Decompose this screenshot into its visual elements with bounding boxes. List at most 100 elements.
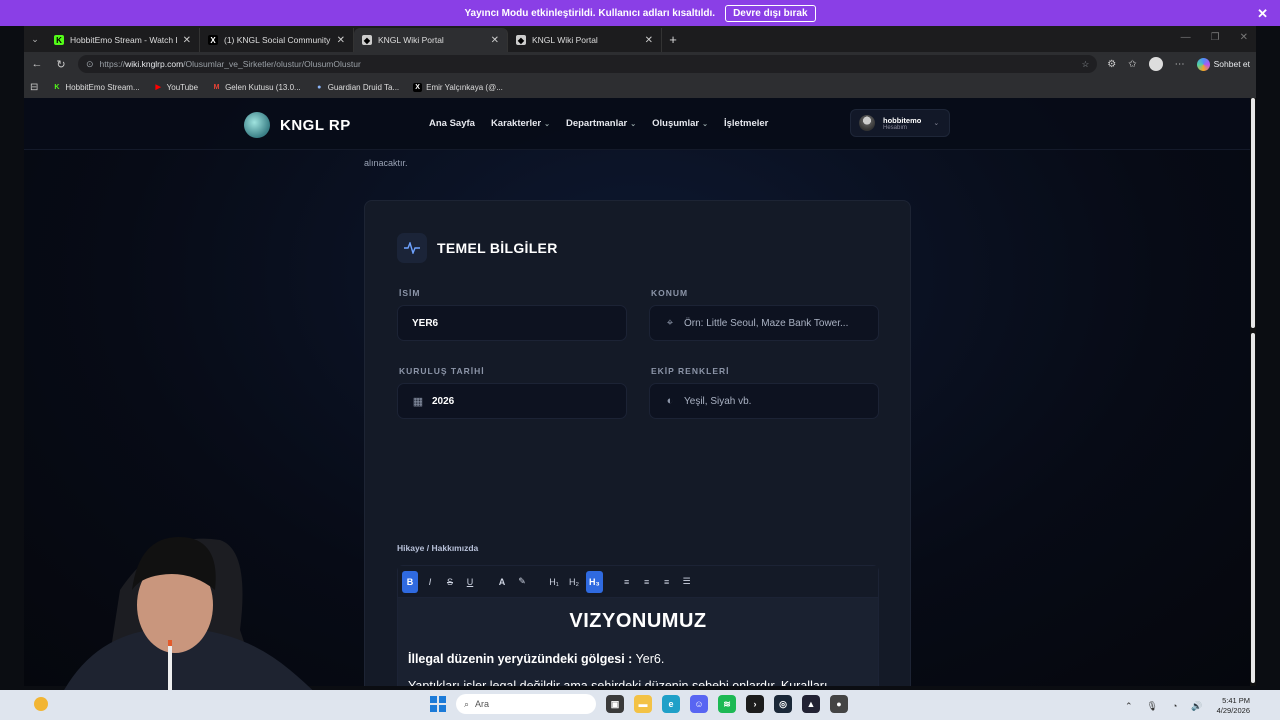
close-icon[interactable]: ✕ — [1257, 6, 1268, 22]
minimize-icon[interactable]: — — [1181, 32, 1191, 43]
site-info-icon[interactable]: ⊙ — [86, 59, 94, 70]
user-menu[interactable]: hobbitemo Hesabım ⌄ — [850, 109, 950, 137]
nav-item[interactable]: İşletmeler — [724, 118, 768, 129]
nav-item[interactable]: Oluşumlar ⌄ — [652, 118, 708, 129]
maximize-icon[interactable]: ❐ — [1211, 32, 1220, 43]
heading1-button[interactable]: H₁ — [546, 571, 562, 593]
highlight-button[interactable]: ✎ — [514, 571, 530, 593]
browser-chrome: ⌄ K HobbitEmo Stream - Watch Live o ✕ X (1) … — [24, 26, 1256, 98]
edge-icon[interactable]: e — [662, 695, 680, 713]
copilot-label: Sohbet et — [1213, 59, 1250, 69]
bookmark-item[interactable]: K HobbitEmo Stream... — [52, 83, 139, 92]
scrollbar-thumb[interactable] — [1251, 98, 1255, 328]
app-icon[interactable]: ● — [830, 695, 848, 713]
terminal-icon[interactable]: › — [746, 695, 764, 713]
bookmark-item[interactable]: ● Guardian Druid Ta... — [315, 83, 399, 92]
kick-icon: K — [54, 83, 60, 91]
back-icon[interactable]: ← — [30, 58, 44, 70]
editor-heading: VIZYONUMUZ — [569, 610, 707, 632]
founded-field[interactable]: ▦ 2026 — [397, 383, 627, 419]
name-field[interactable]: YER6 — [397, 305, 627, 341]
nav-item[interactable]: Ana Sayfa — [429, 118, 475, 129]
bookmark-item[interactable]: M Gelen Kutusu (13.0... — [212, 83, 301, 92]
spotify-icon[interactable]: ≋ — [718, 695, 736, 713]
task-view-icon[interactable]: ▣ — [606, 695, 624, 713]
taskbar-search[interactable]: ⌕ Ara — [456, 694, 596, 714]
steam-icon[interactable]: ◎ — [774, 695, 792, 713]
extensions-icon[interactable]: ⚙ — [1107, 59, 1116, 70]
favorites-icon[interactable]: ✩ — [1128, 59, 1136, 70]
wowhead-icon: ● — [317, 83, 322, 91]
weather-icon[interactable] — [34, 697, 48, 711]
map-pin-icon: ⌖ — [666, 316, 674, 329]
tab-actions-icon[interactable]: ⌄ — [24, 26, 46, 52]
bookmark-item[interactable]: X Emir Yalçınkaya (@... — [413, 82, 503, 92]
tab-title: KNGL Wiki Portal — [378, 35, 444, 45]
bookmarks-menu-icon[interactable]: ⊟ — [30, 82, 38, 93]
browser-tab[interactable]: ◆ KNGL Wiki Portal ✕ — [508, 28, 662, 52]
heading2-button[interactable]: H₂ — [566, 571, 582, 593]
page-scrollbar[interactable] — [1250, 98, 1256, 686]
mic-icon[interactable]: 🎙 — [1147, 701, 1158, 712]
obs-icon[interactable]: ▲ — [802, 695, 820, 713]
wifi-icon[interactable]: ◔ — [1172, 701, 1177, 711]
refresh-icon[interactable]: ↻ — [54, 58, 68, 71]
text-color-button[interactable]: A — [494, 571, 510, 593]
bookmark-item[interactable]: ▶ YouTube — [154, 83, 198, 92]
avatar — [859, 115, 875, 131]
nav-item-label: Karakterler — [490, 118, 542, 129]
underline-button[interactable]: U — [462, 571, 478, 593]
heading3-button[interactable]: H₃ — [586, 570, 603, 593]
profile-avatar[interactable] — [1148, 57, 1163, 71]
more-menu-icon[interactable]: ⋯ — [1175, 59, 1185, 70]
nav-item[interactable]: Departmanlar ⌄ — [566, 118, 636, 129]
site-logo[interactable]: KNGL RP — [244, 112, 351, 138]
align-left-icon[interactable]: ≡ — [619, 571, 635, 593]
site-navbar: KNGL RP Ana Sayfa Karakterler ⌄ Departmanla… — [24, 98, 1250, 150]
browser-tab[interactable]: X (1) KNGL Social Community / X ✕ — [200, 28, 354, 52]
nav-item[interactable]: Karakterler ⌄ — [491, 118, 550, 129]
chevron-down-icon: ⌄ — [544, 121, 550, 128]
name-label: İSİM — [399, 288, 421, 298]
discord-icon[interactable]: ☺ — [690, 695, 708, 713]
location-label: KONUM — [651, 288, 689, 298]
windows-taskbar: ⌕ Ara ▣ ▬ e ☺ ≋ › ◎ ▲ ● ⌃ 🎙 ◔ 🔊 5:41 PM … — [0, 690, 1280, 720]
logo-mark — [244, 112, 270, 138]
align-justify-icon[interactable]: ☰ — [679, 571, 695, 593]
window-close-icon[interactable]: ✕ — [1240, 32, 1248, 43]
disable-streamer-mode-button[interactable]: Devre dışı bırak — [725, 4, 816, 22]
editor-toolbar: B I S U A ✎ H₁ H₂ H₃ ≡ ≡ ≡ ☰ — [398, 566, 878, 598]
tab-close-icon[interactable]: ✕ — [183, 35, 191, 46]
align-right-icon[interactable]: ≡ — [659, 571, 675, 593]
star-icon[interactable]: ☆ — [1082, 59, 1090, 70]
editor-content[interactable]: VIZYONUMUZ İllegal düzenin yeryüzündeki … — [398, 598, 878, 686]
activity-icon — [397, 233, 427, 263]
youtube-icon: ▶ — [155, 84, 161, 91]
bookmark-label: HobbitEmo Stream... — [65, 82, 140, 92]
bold-button[interactable]: B — [402, 570, 418, 593]
tray-expand-icon[interactable]: ⌃ — [1125, 701, 1133, 712]
chevron-down-icon: ⌄ — [702, 121, 708, 128]
start-button[interactable] — [430, 696, 446, 712]
align-center-icon[interactable]: ≡ — [639, 571, 655, 593]
copilot-button[interactable]: Sohbet et — [1196, 57, 1250, 71]
gmail-icon: M — [213, 83, 220, 91]
browser-tab[interactable]: K HobbitEmo Stream - Watch Live o ✕ — [46, 28, 200, 52]
new-tab-button[interactable]: + — [662, 32, 684, 47]
tab-close-icon[interactable]: ✕ — [491, 35, 499, 46]
tab-close-icon[interactable]: ✕ — [337, 35, 345, 46]
window-controls: — ❐ ✕ — [1181, 32, 1248, 43]
strike-button[interactable]: S — [442, 571, 458, 593]
story-label: Hikaye / Hakkımızda — [397, 543, 479, 553]
volume-icon[interactable]: 🔊 — [1191, 701, 1202, 712]
tab-close-icon[interactable]: ✕ — [645, 35, 653, 46]
location-field[interactable]: ⌖ Örn: Little Seoul, Maze Bank Tower... — [649, 305, 879, 341]
team-colors-field[interactable]: ◐ Yeşil, Siyah vb. — [649, 383, 879, 419]
italic-button[interactable]: I — [422, 571, 438, 593]
clock[interactable]: 5:41 PM 4/29/2026 — [1217, 696, 1250, 716]
file-explorer-icon[interactable]: ▬ — [634, 695, 652, 713]
address-bar[interactable]: ⊙ https://wiki.knglrp.com/Olusumlar_ve_S… — [78, 55, 1098, 73]
browser-tab[interactable]: ◆ KNGL Wiki Portal ✕ — [354, 28, 508, 52]
rich-text-editor: B I S U A ✎ H₁ H₂ H₃ ≡ ≡ ≡ ☰ VIZYONUMUZ … — [397, 565, 879, 686]
section-title: TEMEL BİLGİLER — [437, 240, 558, 256]
